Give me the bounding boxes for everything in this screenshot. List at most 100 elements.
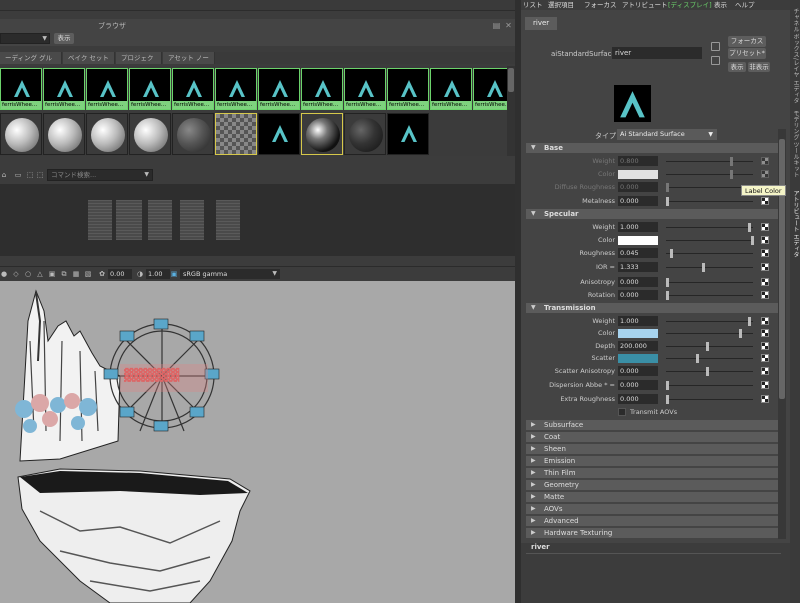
tab-channel-box[interactable]: チャネル ボックス/レイヤ エディタ	[790, 8, 800, 104]
attr-value[interactable]: 0.000	[618, 380, 658, 390]
slider-track[interactable]	[666, 253, 753, 254]
slider-track[interactable]	[666, 227, 753, 228]
slider-knob[interactable]	[730, 170, 733, 179]
menu-show[interactable]: 表示	[714, 0, 727, 10]
node-graph-thumb[interactable]	[116, 200, 142, 240]
slider-knob[interactable]	[748, 317, 751, 326]
map-button-icon[interactable]	[761, 291, 769, 299]
tab-attribute-editor[interactable]: アトリビュート エディタ	[790, 190, 800, 258]
material-swatch[interactable]: ferrisWhee...	[430, 68, 472, 110]
slider-track[interactable]	[666, 371, 753, 372]
slider-knob[interactable]	[666, 381, 669, 390]
cube-icon[interactable]: ▣	[48, 270, 56, 278]
tab-asset-nodes[interactable]: アセット ノード	[163, 52, 215, 74]
section-advanced[interactable]: ▶ Advanced	[526, 516, 778, 526]
diamond-icon[interactable]: ◇	[12, 270, 20, 278]
map-button-icon[interactable]	[761, 354, 769, 362]
ring-icon[interactable]: ○	[24, 270, 32, 278]
map-button-icon[interactable]	[761, 278, 769, 286]
map-button-icon[interactable]	[761, 170, 769, 178]
input-connection-icon[interactable]	[711, 42, 720, 51]
material-swatch[interactable]	[129, 113, 171, 155]
map-button-icon[interactable]	[761, 342, 769, 350]
ae-node-tab[interactable]: river	[525, 17, 558, 30]
slider-track[interactable]	[666, 358, 753, 359]
section-sheen[interactable]: ▶ Sheen	[526, 444, 778, 454]
attr-value[interactable]: 0.045	[618, 248, 658, 258]
gamma-icon[interactable]: ◑	[136, 270, 144, 278]
map-button-icon[interactable]	[761, 197, 769, 205]
slider-track[interactable]	[666, 399, 753, 400]
node-editor-area[interactable]	[0, 184, 517, 256]
select-icon[interactable]: ⬚	[36, 171, 44, 179]
tab-bake-sets[interactable]: ベイク セット	[63, 52, 115, 64]
graph-icon[interactable]: ▭	[14, 171, 22, 179]
slider-knob[interactable]	[706, 367, 709, 376]
attr-value[interactable]: 0.000	[618, 290, 658, 300]
map-button-icon[interactable]	[761, 367, 769, 375]
material-swatch[interactable]: ferrisWhee...	[86, 68, 128, 110]
slider-knob[interactable]	[666, 197, 669, 206]
command-search-input[interactable]: コマンド検索... ▼	[47, 169, 153, 181]
section-transmission[interactable]: ▼ Transmission	[526, 303, 778, 313]
browser-filter-dropdown[interactable]: ▼	[0, 33, 50, 44]
slider-track[interactable]	[666, 346, 753, 347]
material-swatch[interactable]: ferrisWhee...	[215, 68, 257, 110]
grid-icon[interactable]: ▦	[72, 270, 80, 278]
menu-help[interactable]: ヘルプ	[735, 0, 755, 10]
slider-track[interactable]	[666, 201, 753, 202]
color-mgmt-icon[interactable]: ▣	[170, 270, 178, 278]
attr-value[interactable]: 0.000	[618, 394, 658, 404]
menu-list[interactable]: リスト	[523, 0, 543, 10]
section-thin-film[interactable]: ▶ Thin Film	[526, 468, 778, 478]
map-button-icon[interactable]	[761, 263, 769, 271]
attr-value[interactable]: 0.800	[618, 156, 658, 166]
slider-knob[interactable]	[706, 342, 709, 351]
material-swatch[interactable]	[86, 113, 128, 155]
material-swatch[interactable]	[344, 113, 386, 155]
close-icon[interactable]: ✕	[504, 21, 513, 30]
gamma-field[interactable]: 1.00	[146, 269, 170, 279]
slider-track[interactable]	[666, 295, 753, 296]
material-swatch[interactable]	[258, 113, 300, 155]
focus-button[interactable]: フォーカス	[728, 36, 766, 47]
show-button[interactable]: 表示	[728, 62, 746, 72]
section-base[interactable]: ▼ Base	[526, 143, 778, 153]
slider-knob[interactable]	[739, 329, 742, 338]
material-swatch[interactable]: ferrisWhee...	[387, 68, 429, 110]
material-swatch[interactable]: ferrisWhee...	[301, 68, 343, 110]
section-aovs[interactable]: ▶ AOVs	[526, 504, 778, 514]
section-hardware-texturing[interactable]: ▶ Hardware Texturing	[526, 528, 778, 538]
hide-button[interactable]: 非表示	[748, 62, 770, 72]
slider-track[interactable]	[666, 321, 753, 322]
node-graph-thumb[interactable]	[216, 200, 240, 240]
transmit-aovs-checkbox[interactable]	[618, 408, 626, 416]
color-swatch[interactable]	[618, 236, 658, 245]
attr-value[interactable]: 0.000	[618, 277, 658, 287]
frame-icon[interactable]: ⬚	[26, 171, 34, 179]
slider-knob[interactable]	[666, 278, 669, 287]
slider-track[interactable]	[666, 174, 753, 175]
section-emission[interactable]: ▶ Emission	[526, 456, 778, 466]
dot-icon[interactable]: ●	[0, 270, 8, 278]
slider-track[interactable]	[666, 385, 753, 386]
browser-show-button[interactable]: 表示	[54, 33, 74, 44]
viewport-3d[interactable]: ▓▓▓▓▓▓	[0, 281, 517, 603]
material-swatch[interactable]: ferrisWhee...	[344, 68, 386, 110]
slider-knob[interactable]	[751, 236, 754, 245]
tab-projects[interactable]: プロジェクト	[116, 52, 162, 74]
slider-knob[interactable]	[730, 157, 733, 166]
tab-modeling-toolkit[interactable]: モデリング ツールキット	[790, 110, 800, 178]
exposure-icon[interactable]: ✿	[98, 270, 106, 278]
slider-knob[interactable]	[666, 395, 669, 404]
section-subsurface[interactable]: ▶ Subsurface	[526, 420, 778, 430]
material-swatch[interactable]	[0, 113, 42, 155]
material-swatch[interactable]	[172, 113, 214, 155]
section-specular[interactable]: ▼ Specular	[526, 209, 778, 219]
menu-selected[interactable]: 選択項目	[548, 0, 574, 10]
map-button-icon[interactable]	[761, 395, 769, 403]
material-swatch[interactable]: ferrisWhee...	[129, 68, 171, 110]
menu-display[interactable]: [ディスプレイ]	[668, 0, 712, 10]
node-graph-thumb[interactable]	[180, 200, 204, 240]
map-button-icon[interactable]	[761, 236, 769, 244]
